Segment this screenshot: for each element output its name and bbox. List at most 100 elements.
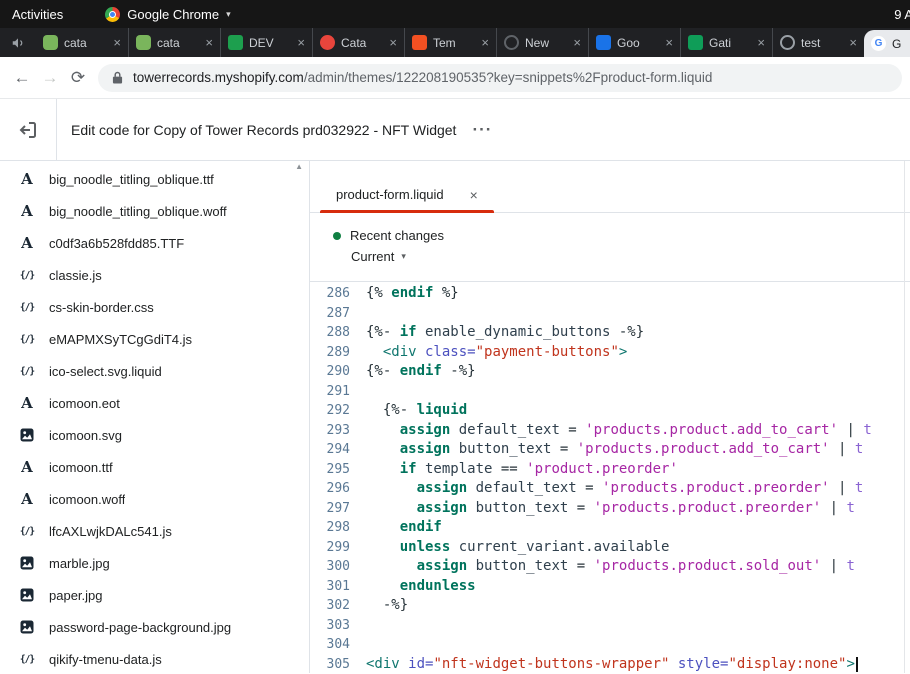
code-line[interactable]: 290{%- endif -%} — [310, 362, 910, 382]
code-line[interactable]: 296 assign default_text = 'products.prod… — [310, 479, 910, 499]
chevron-down-icon: ▾ — [401, 251, 406, 262]
browser-tab[interactable]: DEV× — [220, 28, 312, 57]
editor-file-tab[interactable]: product-form.liquid × — [320, 177, 494, 212]
back-button[interactable]: ← — [8, 68, 36, 88]
reload-button[interactable]: ⟳ — [64, 68, 92, 88]
code-line[interactable]: 295 if template == 'product.preorder' — [310, 460, 910, 480]
file-item[interactable]: Abig_noodle_titling_oblique.woff — [0, 195, 309, 227]
tab-title: Goo — [617, 36, 659, 50]
code-line[interactable]: 299 unless current_variant.available — [310, 538, 910, 558]
code-line[interactable]: 303 — [310, 616, 910, 636]
code-line[interactable]: 289 <div class="payment-buttons"> — [310, 343, 910, 363]
code-line[interactable]: 300 assign button_text = 'products.produ… — [310, 557, 910, 577]
code-token: | — [830, 480, 855, 496]
file-item[interactable]: icomoon.svg — [0, 419, 309, 451]
address-bar[interactable]: towerrecords.myshopify.com/admin/themes/… — [98, 64, 902, 92]
code-line[interactable]: 293 assign default_text = 'products.prod… — [310, 421, 910, 441]
file-item[interactable]: {/}lfcAXLwjkDALc541.js — [0, 515, 309, 547]
code-text: -%} — [366, 596, 408, 616]
file-item[interactable]: {/}qikify-tmenu-data.js — [0, 643, 309, 673]
lock-icon[interactable] — [112, 71, 123, 84]
code-line[interactable]: 294 assign button_text = 'products.produ… — [310, 440, 910, 460]
file-item[interactable]: Ac0df3a6b528fdd85.TTF — [0, 227, 309, 259]
file-item[interactable]: {/}cs-skin-border.css — [0, 291, 309, 323]
tab-close-icon[interactable]: × — [573, 35, 581, 50]
file-name: big_noodle_titling_oblique.ttf — [49, 172, 214, 187]
more-actions-button[interactable]: ··· — [472, 120, 492, 140]
line-number: 290 — [310, 362, 366, 382]
tab-close-icon[interactable]: × — [297, 35, 305, 50]
browser-tab[interactable]: Goo × — [588, 28, 680, 57]
tab-close-icon[interactable]: × — [113, 35, 121, 50]
code-editor[interactable]: 286{% endif %}287288{%- if enable_dynami… — [310, 282, 910, 673]
code-token: | — [838, 422, 863, 438]
code-token: <div — [366, 656, 400, 672]
file-item[interactable]: {/}eMAPMXSyTCgGdiT4.js — [0, 323, 309, 355]
tab-close-icon[interactable]: × — [757, 35, 765, 50]
file-item[interactable]: password-page-background.jpg — [0, 611, 309, 643]
browser-tab[interactable]: GG — [864, 30, 910, 57]
new-favicon — [504, 35, 519, 50]
active-app-menu[interactable]: Google Chrome ▾ — [105, 7, 230, 22]
code-line[interactable]: 287 — [310, 304, 910, 324]
tab-close-icon[interactable]: × — [665, 35, 673, 50]
tab-close-icon[interactable]: × — [205, 35, 213, 50]
close-icon[interactable]: × — [470, 187, 478, 203]
line-number: 302 — [310, 596, 366, 616]
recent-changes-panel: Recent changes Current ▾ — [310, 213, 910, 282]
code-text: assign button_text = 'products.product.a… — [366, 440, 863, 460]
editor-file-tab-label: product-form.liquid — [336, 187, 444, 202]
code-line[interactable]: 292 {%- liquid — [310, 401, 910, 421]
image-file-icon — [18, 620, 36, 634]
code-text: unless current_variant.available — [366, 538, 669, 558]
activities-button[interactable]: Activities — [12, 7, 63, 22]
code-token: 'products.product.preorder' — [602, 480, 830, 496]
code-line[interactable]: 286{% endif %} — [310, 284, 910, 304]
file-item[interactable]: marble.jpg — [0, 547, 309, 579]
file-item[interactable]: {/}ico-select.svg.liquid — [0, 355, 309, 387]
line-number: 294 — [310, 440, 366, 460]
browser-tab[interactable]: cata × — [128, 28, 220, 57]
code-line[interactable]: 298 endif — [310, 518, 910, 538]
forward-button: → — [36, 68, 64, 88]
browser-tab[interactable]: New× — [496, 28, 588, 57]
code-line[interactable]: 291 — [310, 382, 910, 402]
browser-tab[interactable]: Cata× — [312, 28, 404, 57]
code-token — [366, 402, 383, 418]
tab-close-icon[interactable]: × — [849, 35, 857, 50]
code-token: | — [821, 500, 846, 516]
font-file-icon: A — [18, 170, 36, 188]
file-item[interactable]: Aicomoon.woff — [0, 483, 309, 515]
browser-tab[interactable]: Tem × — [404, 28, 496, 57]
browser-tab[interactable]: Gati× — [680, 28, 772, 57]
version-dropdown[interactable]: Current ▾ — [351, 249, 910, 264]
line-number: 295 — [310, 460, 366, 480]
file-item[interactable]: Aicomoon.eot — [0, 387, 309, 419]
code-line[interactable]: 302 -%} — [310, 596, 910, 616]
code-text: assign button_text = 'products.product.s… — [366, 557, 855, 577]
tab-close-icon[interactable]: × — [481, 35, 489, 50]
file-item[interactable]: {/}classie.js — [0, 259, 309, 291]
code-line[interactable]: 301 endunless — [310, 577, 910, 597]
system-clock[interactable]: 9 A — [894, 7, 910, 22]
browser-tab[interactable]: cata× — [36, 28, 128, 57]
code-token: 'products.product.preorder' — [594, 500, 822, 516]
code-line[interactable]: 305<div id="nft-widget-buttons-wrapper" … — [310, 655, 910, 674]
scrollbar-up-icon[interactable]: ▲ — [295, 162, 303, 171]
code-token: = — [568, 500, 593, 516]
exit-code-editor-button[interactable] — [0, 99, 57, 160]
tab-close-icon[interactable]: × — [389, 35, 397, 50]
tab-title: Tem — [433, 36, 475, 50]
code-line[interactable]: 304 — [310, 635, 910, 655]
tab-title: cata — [157, 36, 199, 50]
code-line[interactable]: 288{%- if enable_dynamic_buttons -%} — [310, 323, 910, 343]
code-text: <div id="nft-widget-buttons-wrapper" sty… — [366, 655, 858, 674]
content: Abig_noodle_titling_oblique.ttfAbig_nood… — [0, 161, 910, 673]
file-item[interactable]: Aicomoon.ttf — [0, 451, 309, 483]
browser-tab[interactable]: test× — [772, 28, 864, 57]
code-text: {%- if enable_dynamic_buttons -%} — [366, 323, 644, 343]
file-item[interactable]: Abig_noodle_titling_oblique.ttf — [0, 163, 309, 195]
code-line[interactable]: 297 assign button_text = 'products.produ… — [310, 499, 910, 519]
url-domain: towerrecords.myshopify.com — [133, 70, 304, 85]
file-item[interactable]: paper.jpg — [0, 579, 309, 611]
